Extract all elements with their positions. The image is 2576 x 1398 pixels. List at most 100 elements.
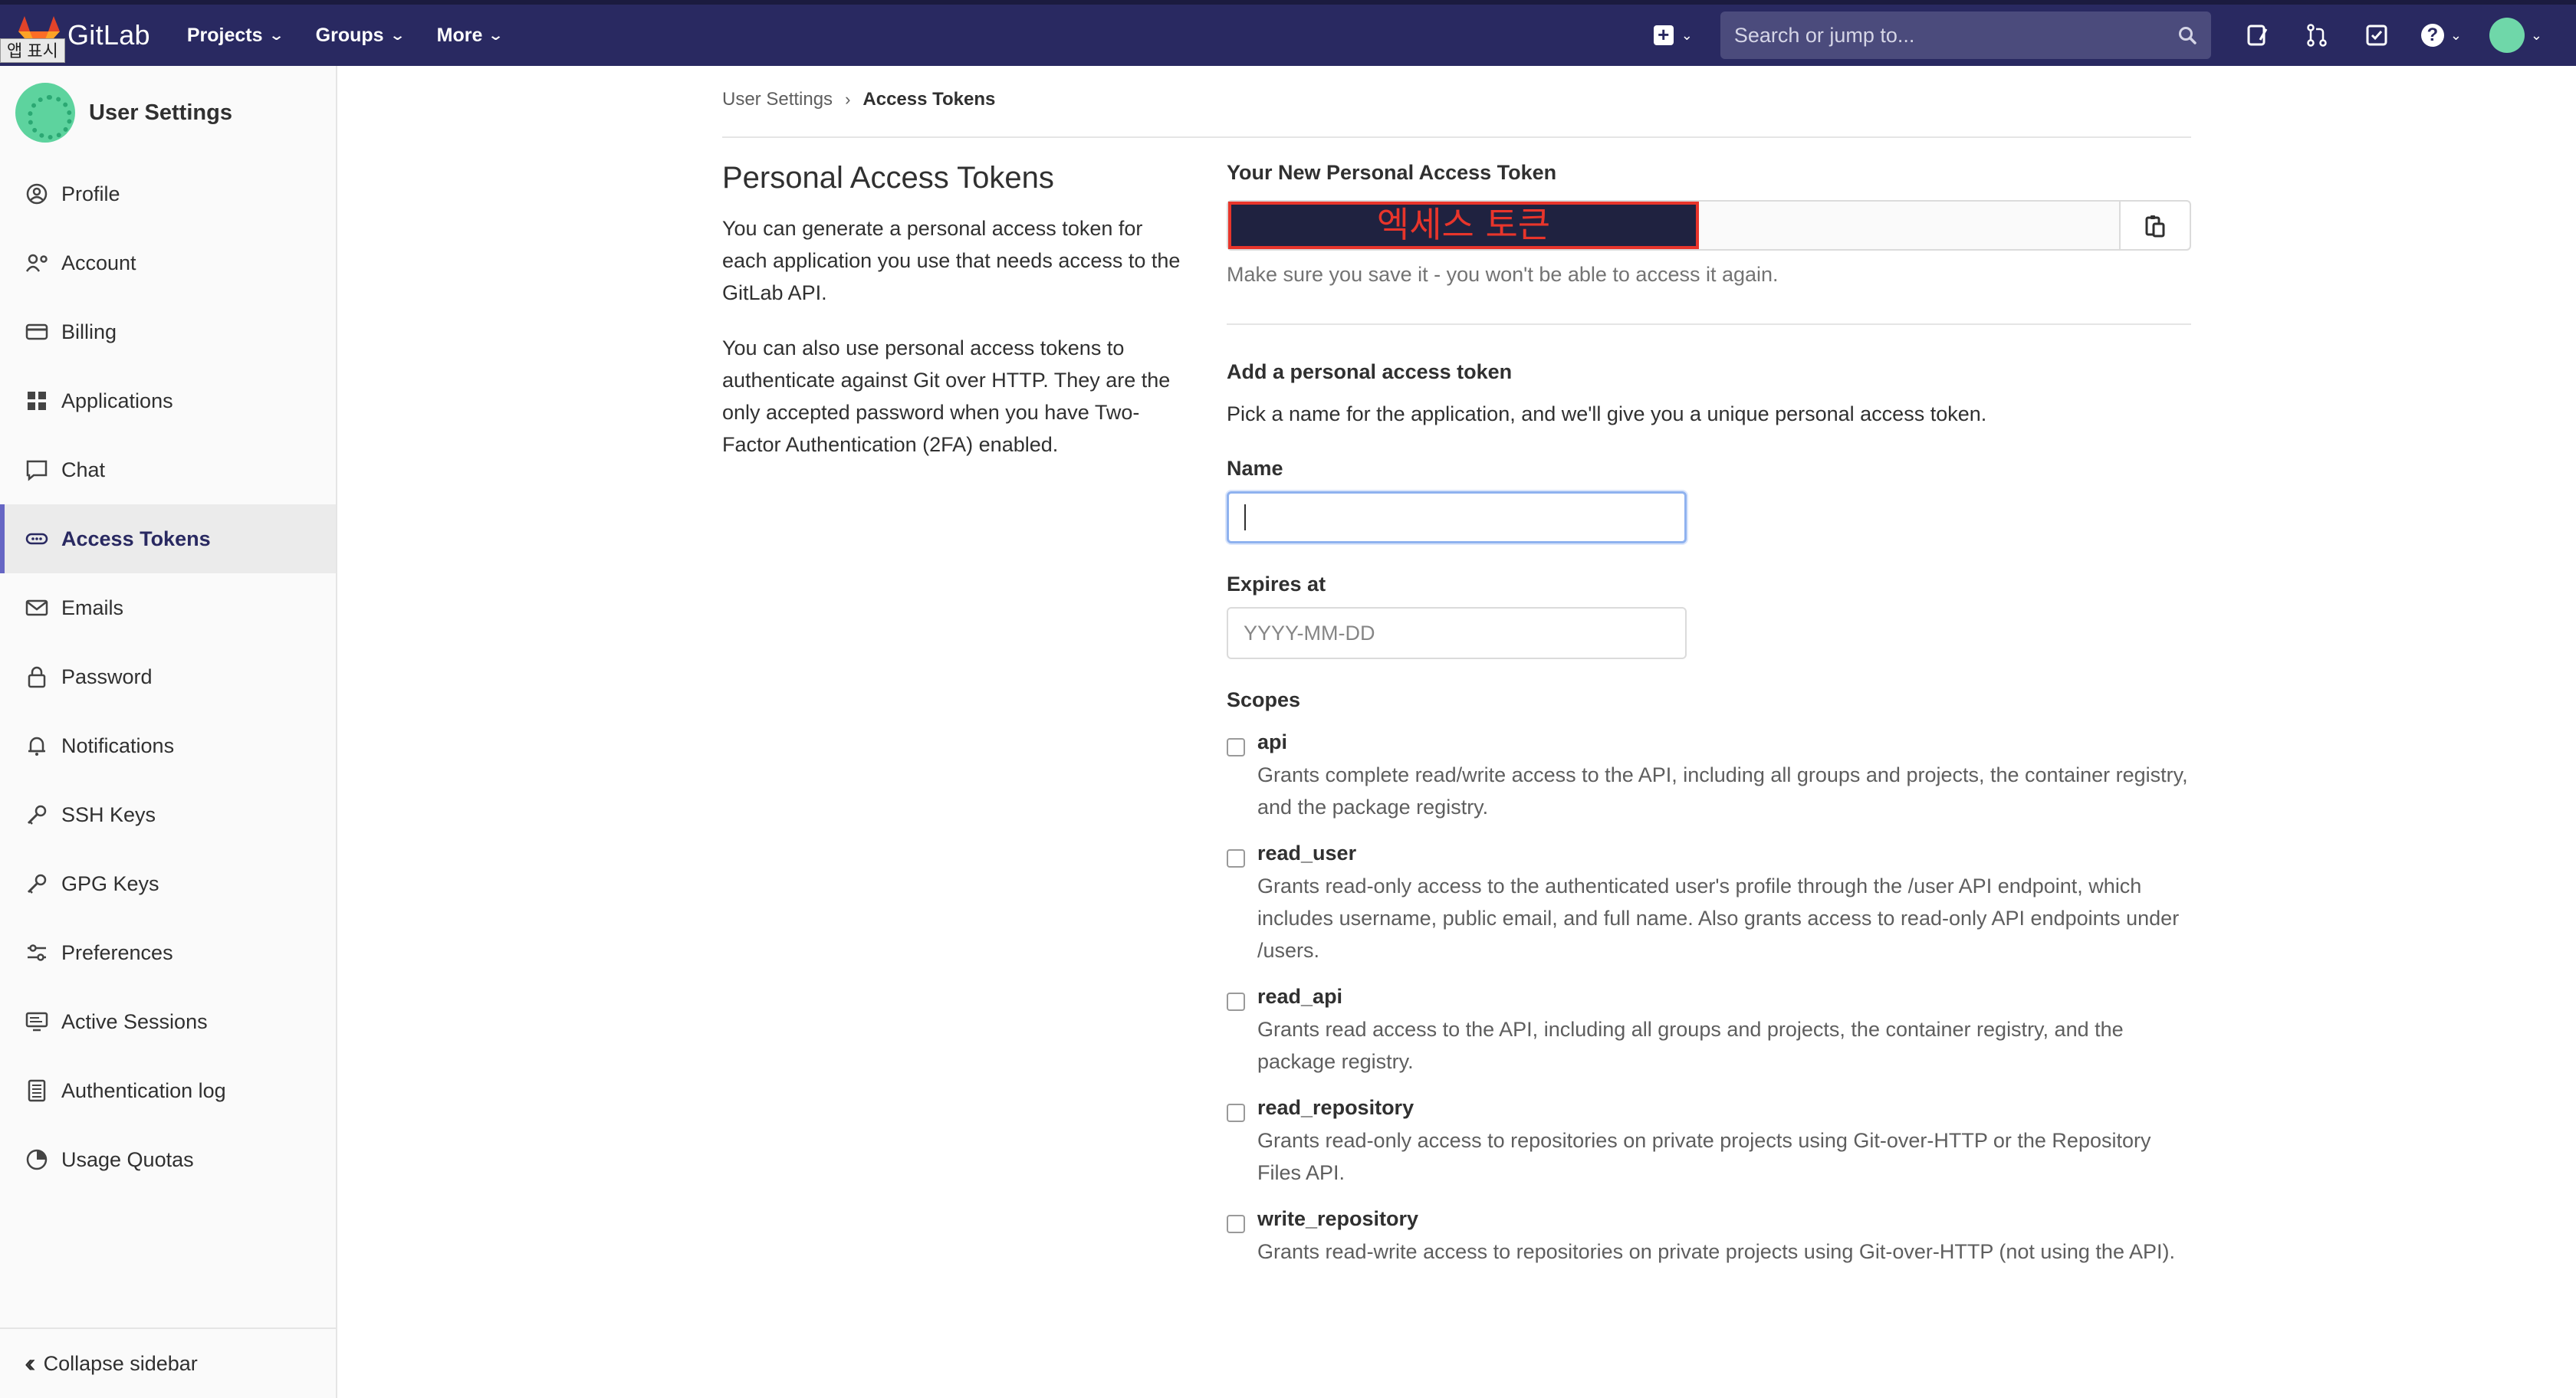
double-chevron-left-icon: ‹‹	[25, 1348, 35, 1378]
sidebar-item-gpg-keys[interactable]: GPG Keys	[0, 849, 336, 918]
scope-checkbox[interactable]	[1227, 993, 1245, 1011]
scope-checkbox[interactable]	[1227, 738, 1245, 756]
page-title: Personal Access Tokens	[722, 161, 1054, 195]
help-dropdown[interactable]: ? ⌄	[2420, 24, 2462, 47]
scope-api: api Grants complete read/write access to …	[1227, 730, 2191, 823]
nav-projects[interactable]: Projects ⌄	[187, 25, 284, 47]
sidebar-item-label: Profile	[61, 182, 120, 205]
sidebar-title: User Settings	[89, 100, 232, 125]
search-icon	[2178, 27, 2196, 44]
credit-card-icon	[25, 320, 49, 344]
divider	[1227, 323, 2191, 325]
add-token-heading: Add a personal access token	[1227, 360, 1513, 383]
plus-square-icon: +	[1653, 25, 1674, 45]
sidebar-item-label: GPG Keys	[61, 871, 159, 895]
key-icon	[25, 871, 49, 896]
sidebar-item-preferences[interactable]: Preferences	[0, 918, 336, 987]
scope-read_user: read_user Grants read-only access to the …	[1227, 842, 2191, 966]
sidebar-item-access-tokens[interactable]: Access Tokens	[0, 504, 336, 573]
chevron-down-icon: ⌄	[268, 27, 284, 43]
intro-paragraph-2: You can also use personal access tokens …	[722, 336, 1171, 456]
quota-icon	[25, 1147, 49, 1172]
token-icon	[25, 527, 49, 551]
sidebar-header[interactable]: User Settings	[0, 66, 336, 159]
top-nav-right: + ⌄ Search or jump to... ? ⌄ ⌄	[1653, 5, 2576, 66]
breadcrumb-parent[interactable]: User Settings	[722, 89, 833, 110]
sidebar-item-label: Notifications	[61, 733, 175, 757]
scope-name[interactable]: api	[1257, 730, 2191, 754]
sidebar-item-password[interactable]: Password	[0, 642, 336, 711]
sidebar-item-billing[interactable]: Billing	[0, 297, 336, 366]
copy-token-button[interactable]	[2119, 202, 2190, 249]
top-nav-menu: Projects ⌄ Groups ⌄ More ⌄	[187, 25, 536, 47]
scope-description: Grants read-only access to the authentic…	[1257, 875, 2180, 962]
profile-icon	[25, 182, 49, 206]
avatar	[2489, 18, 2525, 53]
nav-groups[interactable]: Groups ⌄	[316, 25, 406, 47]
sidebar-item-label: Account	[61, 251, 136, 274]
text-caret	[1244, 504, 1246, 530]
chevron-down-icon: ⌄	[2450, 27, 2462, 43]
sidebar-item-notifications[interactable]: Notifications	[0, 711, 336, 780]
key-icon	[25, 802, 49, 827]
divider	[722, 136, 2191, 138]
nav-more[interactable]: More ⌄	[437, 25, 504, 47]
gitlab-wordmark: GitLab	[67, 19, 150, 51]
log-icon	[25, 1078, 49, 1103]
settings-sidebar: User Settings Profile Account Billing Appli…	[0, 66, 337, 1398]
sidebar-item-emails[interactable]: Emails	[0, 573, 336, 642]
scope-checkbox[interactable]	[1227, 1215, 1245, 1233]
chat-icon	[25, 458, 49, 482]
token-column: Your New Personal Access Token 엑세스 토큰 Ma…	[1227, 161, 2191, 1268]
user-menu[interactable]: ⌄	[2489, 18, 2542, 53]
new-item-dropdown[interactable]: + ⌄	[1653, 25, 1693, 45]
sidebar-item-label: Emails	[61, 596, 124, 619]
search-input[interactable]: Search or jump to...	[1720, 11, 2211, 59]
preferences-icon	[25, 940, 49, 965]
token-name-input[interactable]	[1227, 491, 1687, 543]
scope-description: Grants read access to the API, including…	[1257, 1018, 2124, 1073]
scope-checkbox[interactable]	[1227, 1104, 1245, 1122]
redacted-token-value[interactable]: 엑세스 토큰	[1228, 202, 1699, 249]
sidebar-item-ssh-keys[interactable]: SSH Keys	[0, 780, 336, 849]
sidebar-item-label: SSH Keys	[61, 802, 156, 826]
scope-name[interactable]: read_repository	[1257, 1096, 2191, 1120]
scope-description: Grants read-only access to repositories …	[1257, 1129, 2151, 1184]
scope-read_repository: read_repository Grants read-only access t…	[1227, 1096, 2191, 1189]
sidebar-item-label: Password	[61, 665, 153, 688]
account-icon	[25, 251, 49, 275]
sidebar-item-profile[interactable]: Profile	[0, 159, 336, 228]
sidebar-item-account[interactable]: Account	[0, 228, 336, 297]
save-token-hint: Make sure you save it - you won't be abl…	[1227, 263, 1779, 286]
new-token-label: Your New Personal Access Token	[1227, 161, 1557, 184]
breadcrumb-current[interactable]: Access Tokens	[863, 89, 995, 110]
avatar	[15, 83, 75, 143]
sidebar-item-applications[interactable]: Applications	[0, 366, 336, 435]
scope-name[interactable]: read_user	[1257, 842, 2191, 865]
scope-write_repository: write_repository Grants read-write access…	[1227, 1207, 2191, 1268]
issues-icon[interactable]	[2242, 20, 2272, 51]
expires-at-input[interactable]: YYYY-MM-DD	[1227, 607, 1687, 659]
sidebar-item-usage-quotas[interactable]: Usage Quotas	[0, 1125, 336, 1194]
app-overlay-tag: 앱 표시	[0, 38, 65, 63]
scope-name[interactable]: write_repository	[1257, 1207, 2191, 1231]
add-token-description: Pick a name for the application, and we'…	[1227, 402, 1987, 425]
sidebar-item-label: Usage Quotas	[61, 1147, 194, 1171]
sidebar-item-label: Active Sessions	[61, 1009, 208, 1033]
sidebar-item-chat[interactable]: Chat	[0, 435, 336, 504]
bell-icon	[25, 733, 49, 758]
sidebar-item-active-sessions[interactable]: Active Sessions	[0, 987, 336, 1056]
lock-icon	[25, 665, 49, 689]
help-icon: ?	[2420, 24, 2444, 47]
merge-requests-icon[interactable]	[2302, 20, 2332, 51]
scope-name[interactable]: read_api	[1257, 985, 2191, 1009]
monitor-icon	[25, 1009, 49, 1034]
sidebar-item-authentication-log[interactable]: Authentication log	[0, 1056, 336, 1125]
sidebar-item-label: Access Tokens	[61, 527, 211, 550]
scope-description: Grants read-write access to repositories…	[1257, 1240, 2175, 1263]
scope-checkbox[interactable]	[1227, 849, 1245, 868]
todos-icon[interactable]	[2361, 20, 2392, 51]
collapse-sidebar-button[interactable]: ‹‹ Collapse sidebar	[0, 1327, 336, 1398]
intro-column: Personal Access Tokens You can generate …	[722, 161, 1182, 484]
scope-read_api: read_api Grants read access to the API, i…	[1227, 985, 2191, 1078]
